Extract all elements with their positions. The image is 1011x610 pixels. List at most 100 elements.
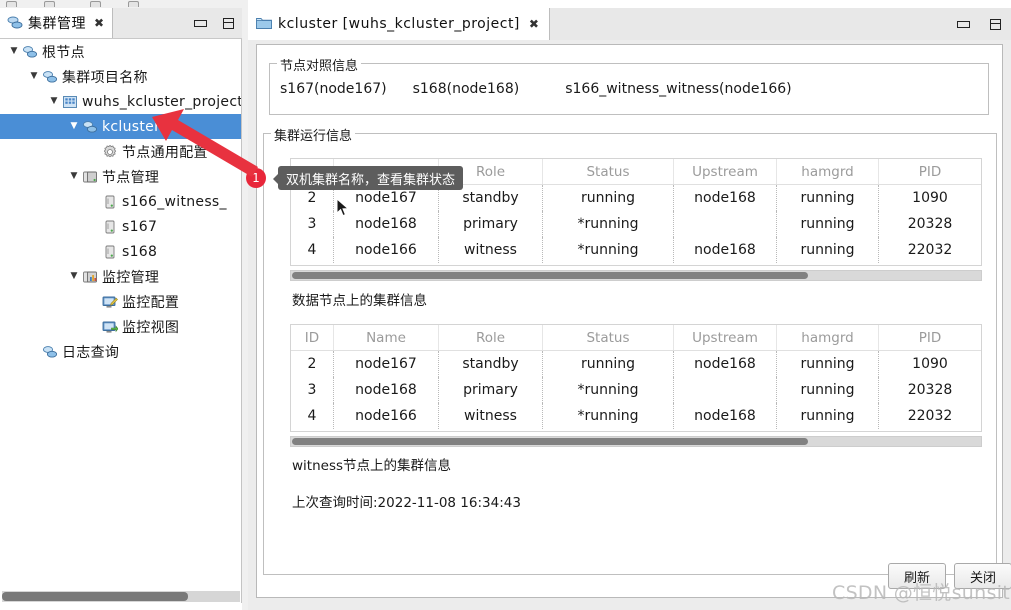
close-icon[interactable]: ✖ <box>529 17 539 31</box>
table-filler-cell <box>674 263 777 265</box>
table-cell: node168 <box>673 184 777 211</box>
tree-item-监控配置[interactable]: 监控配置 <box>0 289 241 314</box>
column-header-Role[interactable]: Role <box>438 325 543 351</box>
last-query-time: 上次查询时间:2022-11-08 16:34:43 <box>292 495 521 511</box>
table1-horizontal-scrollbar[interactable] <box>290 270 982 281</box>
table-row[interactable]: 4 node166 witness *running node168 running 220… <box>291 237 981 263</box>
left-tab-bar: 集群管理 ✖ <box>0 8 242 39</box>
tree-item-节点管理[interactable]: ▼ 节点管理 <box>0 164 241 189</box>
minimize-icon[interactable] <box>194 19 207 27</box>
chevron-down-icon[interactable]: ▼ <box>66 272 82 281</box>
scrollbar-thumb[interactable] <box>2 592 188 601</box>
tree-item-节点通用配置[interactable]: 节点通用配置 <box>0 139 241 164</box>
table-row[interactable]: 4 node166 witness *running node168 running 220… <box>291 403 983 429</box>
scrollbar-thumb[interactable] <box>292 438 808 445</box>
tree-item-日志查询[interactable]: 日志查询 <box>0 339 241 364</box>
column-header-extra[interactable] <box>982 325 983 351</box>
table-cell <box>982 403 983 429</box>
table-cell: *running <box>542 403 674 429</box>
column-header-PID[interactable]: PID <box>878 325 981 351</box>
column-header-Status[interactable]: Status <box>542 159 674 185</box>
node-comparison-entries: s167(node167) s168(node168) s166_witness_w… <box>280 81 818 97</box>
maximize-icon[interactable] <box>223 17 234 29</box>
column-header-Name[interactable]: Name <box>333 325 439 351</box>
node-comparison-legend: 节点对照信息 <box>277 55 362 74</box>
cluster-runtime-legend: 集群运行信息 <box>271 125 356 144</box>
table-cell: 1090 <box>878 184 981 211</box>
table-filler-row <box>291 429 983 432</box>
tree-item-根节点[interactable]: ▼ 根节点 <box>0 39 241 64</box>
minimize-icon[interactable] <box>957 20 970 28</box>
tree-item-集群项目名称[interactable]: ▼ 集群项目名称 <box>0 64 241 89</box>
column-header-hamgrd[interactable]: hamgrd <box>776 159 879 185</box>
chevron-down-icon[interactable]: ▼ <box>6 47 22 56</box>
sliver-mark <box>90 1 101 7</box>
table-cell: running <box>776 211 879 237</box>
gear-icon <box>102 144 118 160</box>
tab-cluster-management[interactable]: 集群管理 ✖ <box>0 8 114 38</box>
table-cell <box>673 211 777 237</box>
tab-kcluster[interactable]: kcluster [wuhs_kcluster_project] ✖ <box>248 8 550 40</box>
editor-body: 节点对照信息 s167(node167) s168(node168) s166_wi… <box>256 44 1011 598</box>
right-window-controls <box>957 8 1001 40</box>
table-filler-cell <box>439 429 543 431</box>
table-cell: node168 <box>333 377 439 403</box>
tree-item-s168[interactable]: s168 <box>0 239 241 264</box>
table-cell: running <box>776 377 879 403</box>
cluster-management-view: 集群管理 ✖ ▼ 根节点 ▼ 集群项目名称 ▼ wuhs_kcluster_project… <box>0 8 242 603</box>
table-cell: 4 <box>291 237 334 263</box>
table-cell: node166 <box>333 403 439 429</box>
tree-item-kcluster[interactable]: ▼ kcluster <box>0 114 241 139</box>
table-cell: primary <box>438 211 543 237</box>
table-row[interactable]: 2 node167 standby running node168 running 1090 <box>291 350 983 378</box>
cluster-icon <box>82 119 98 135</box>
tree-item-label: 监控视图 <box>122 319 180 336</box>
maximize-icon[interactable] <box>990 18 1001 30</box>
table-row[interactable]: 3 node168 primary *running running 20328 <box>291 377 983 403</box>
tree-item-监控视图[interactable]: 监控视图 <box>0 314 241 339</box>
column-header-extra[interactable] <box>982 159 983 185</box>
table-filler-cell <box>982 429 983 432</box>
tree-horizontal-scrollbar[interactable] <box>2 591 240 602</box>
cluster-name-tooltip: 双机集群名称，查看集群状态 <box>272 166 464 190</box>
close-button[interactable]: 关闭 <box>954 563 1011 589</box>
table-cell <box>982 377 983 403</box>
table-filler-cell <box>674 429 777 431</box>
scrollbar-thumb[interactable] <box>292 272 808 279</box>
compare-entry-1: s168(node168) <box>412 81 520 97</box>
chevron-down-icon[interactable]: ▼ <box>46 97 62 106</box>
refresh-button[interactable]: 刷新 <box>888 563 946 589</box>
table-cell <box>982 351 983 378</box>
column-header-ID[interactable]: ID <box>291 325 334 351</box>
table-cell: node167 <box>333 350 439 377</box>
chevron-down-icon[interactable]: ▼ <box>66 122 82 131</box>
cluster-tree[interactable]: ▼ 根节点 ▼ 集群项目名称 ▼ wuhs_kcluster_project ▼ kclust… <box>0 39 242 603</box>
tree-item-wuhs_kcluster_project[interactable]: ▼ wuhs_kcluster_project <box>0 89 241 114</box>
column-header-Status[interactable]: Status <box>542 325 674 351</box>
table2-horizontal-scrollbar[interactable] <box>290 436 982 447</box>
table-filler-cell <box>879 429 982 431</box>
server-icon <box>102 194 118 210</box>
column-header-Upstream[interactable]: Upstream <box>673 159 777 185</box>
table-cell: primary <box>438 377 543 403</box>
table-header-row: IDNameRoleStatusUpstreamhamgrdPID <box>291 325 983 351</box>
column-header-hamgrd[interactable]: hamgrd <box>776 325 879 351</box>
sliver-mark <box>128 1 139 7</box>
witness-node-cluster-table[interactable]: ID Name Role Status Upstream hamgrd PID 2 node1… <box>290 324 982 432</box>
close-icon[interactable]: ✖ <box>94 16 104 30</box>
tree-item-label: 根节点 <box>42 44 85 61</box>
tree-item-s166_witness_[interactable]: s166_witness_ <box>0 189 241 214</box>
table-cell: *running <box>542 211 674 237</box>
table-row[interactable]: 3 node168 primary *running running 20328 <box>291 211 981 237</box>
tree-item-监控管理[interactable]: ▼ 监控管理 <box>0 264 241 289</box>
column-header-PID[interactable]: PID <box>878 159 981 185</box>
column-header-Upstream[interactable]: Upstream <box>673 325 777 351</box>
kcluster-editor-view: kcluster [wuhs_kcluster_project] ✖ 节点对照信… <box>248 8 1011 610</box>
chevron-down-icon[interactable]: ▼ <box>26 72 42 81</box>
cluster-runtime-group: 集群运行信息 IDNameRoleStatusUpstreamhamgrdPID… <box>263 125 997 575</box>
table-cell: node168 <box>673 350 777 377</box>
chevron-down-icon[interactable]: ▼ <box>66 172 82 181</box>
nodes-icon <box>82 169 98 185</box>
table-cell: running <box>776 184 879 211</box>
tree-item-s167[interactable]: s167 <box>0 214 241 239</box>
